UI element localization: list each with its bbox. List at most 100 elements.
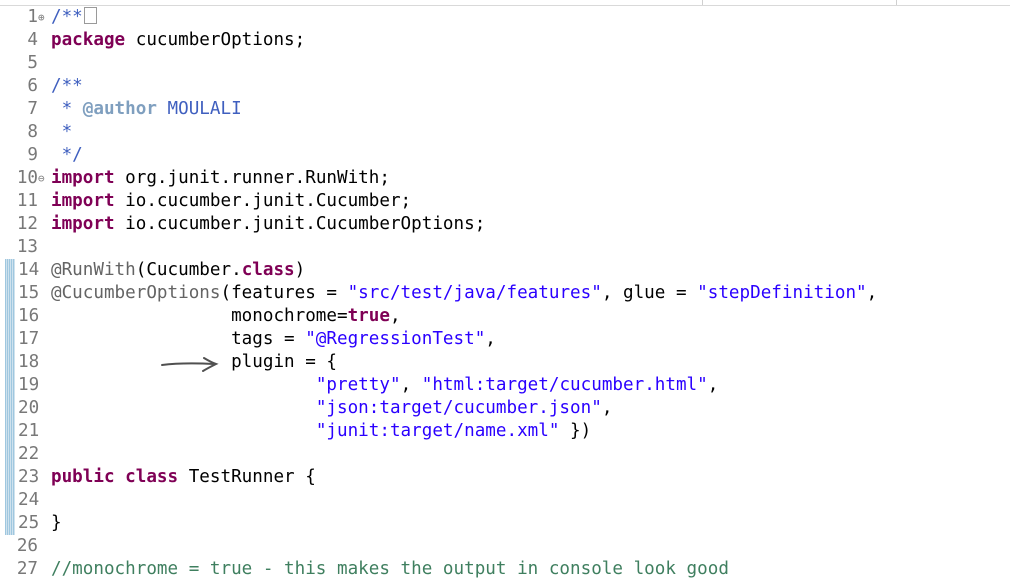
line-number: 23 (18, 467, 40, 487)
editor-tab[interactable] (702, 0, 897, 5)
code-text: package cucumberOptions; (51, 29, 305, 52)
code-text: import org.junit.runner.RunWith; (51, 167, 390, 190)
code-token: cucumberOptions; (125, 30, 306, 50)
line-gutter: 21 (0, 420, 48, 443)
line-gutter: 23 (0, 466, 48, 489)
code-token: /** (51, 7, 83, 27)
code-token: tags = (51, 329, 306, 349)
line-gutter: 1 ⊕ (0, 6, 48, 29)
line-number: 4 (27, 30, 38, 50)
code-text: "json:target/cucumber.json", (51, 397, 613, 420)
line-gutter: 14 (0, 259, 48, 282)
line-number: 6 (27, 76, 38, 96)
line-number: 10 (16, 168, 38, 188)
code-token: @RunWith (51, 260, 136, 280)
code-token: monochrome= (51, 306, 348, 326)
line-number: 7 (27, 99, 38, 119)
line-gutter: 12 (0, 213, 48, 236)
change-marker (5, 466, 15, 489)
line-number: 9 (27, 145, 38, 165)
code-token: "html:target/cucumber.html" (421, 375, 708, 395)
code-text: /** (51, 6, 97, 29)
code-text: * @author MOULALI (51, 98, 242, 121)
minus-circle-icon[interactable]: ⊖ (38, 167, 45, 190)
line-gutter: 17 (0, 328, 48, 351)
code-editor[interactable]: 1 ⊕/** 4 package cucumberOptions; 5 6/** 7 * @… (0, 6, 1010, 582)
change-marker (5, 489, 15, 512)
change-marker (5, 397, 15, 420)
line-number: 21 (18, 421, 40, 441)
line-gutter: 26 (0, 535, 48, 558)
code-text: import io.cucumber.junit.CucumberOptions… (51, 213, 485, 236)
change-marker (5, 351, 15, 374)
line-number: 15 (18, 283, 40, 303)
change-marker (5, 259, 15, 282)
code-token: "@RegressionTest" (305, 329, 486, 349)
code-token: /** (51, 76, 83, 96)
line-number: 17 (18, 329, 40, 349)
line-gutter: 7 (0, 98, 48, 121)
line-gutter: 24 (0, 489, 48, 512)
code-token: MOULALI (156, 99, 242, 119)
code-token: TestRunner { (178, 467, 316, 487)
folded-region-marker[interactable] (83, 7, 97, 24)
code-token: class (241, 260, 295, 280)
code-text: tags = "@RegressionTest", (51, 328, 496, 351)
code-token: (Cucumber. (135, 260, 242, 280)
code-text: @CucumberOptions(features = "src/test/ja… (51, 282, 877, 305)
line-number: 14 (18, 260, 40, 280)
line-number: 27 (16, 559, 38, 579)
code-token: , (485, 329, 496, 349)
code-token: class (125, 467, 179, 487)
code-token: public (51, 467, 115, 487)
code-token: "json:target/cucumber.json" (315, 398, 602, 418)
line-number: 1 (27, 7, 38, 27)
code-text: /** (51, 75, 83, 98)
code-text: import io.cucumber.junit.Cucumber; (51, 190, 411, 213)
line-gutter: 16 (0, 305, 48, 328)
code-token: org.junit.runner.RunWith; (114, 168, 390, 188)
code-text: } (51, 512, 62, 535)
code-token: import (51, 191, 115, 211)
code-token: ) (294, 260, 306, 280)
line-number: 12 (16, 214, 38, 234)
code-token: * (51, 99, 83, 119)
line-number: 11 (16, 191, 38, 211)
code-token: "stepDefinition" (697, 283, 867, 303)
code-token: true (347, 306, 390, 326)
code-token: @author (82, 99, 157, 119)
line-number: 16 (18, 306, 40, 326)
line-gutter: 20 (0, 397, 48, 420)
code-text: "junit:target/name.xml" }) (51, 420, 591, 443)
line-gutter: 25 (0, 512, 48, 535)
change-marker (5, 282, 15, 305)
code-token: , (400, 375, 422, 395)
line-gutter: 11 (0, 190, 48, 213)
code-token: , (389, 306, 401, 326)
line-number: 26 (16, 536, 38, 556)
code-text: monochrome=true, (51, 305, 401, 328)
code-token: "src/test/java/features" (347, 283, 602, 303)
line-gutter: 13 (0, 236, 48, 259)
code-token: } (51, 513, 62, 533)
line-gutter: 9 (0, 144, 48, 167)
code-text: public class TestRunner { (51, 466, 316, 489)
code-token: , (601, 398, 613, 418)
code-text: //monochrome = true - this makes the out… (51, 558, 729, 581)
change-marker (5, 374, 15, 397)
line-number: 8 (27, 122, 38, 142)
code-text: */ (51, 144, 83, 167)
hand-drawn-arrow-icon (161, 357, 219, 372)
plus-circle-icon[interactable]: ⊕ (38, 6, 45, 29)
line-number: 19 (18, 375, 40, 395)
change-marker (5, 443, 15, 466)
line-number: 22 (18, 444, 40, 464)
change-marker (5, 512, 15, 535)
line-gutter: 6 (0, 75, 48, 98)
change-marker (5, 328, 15, 351)
line-number: 25 (18, 513, 40, 533)
